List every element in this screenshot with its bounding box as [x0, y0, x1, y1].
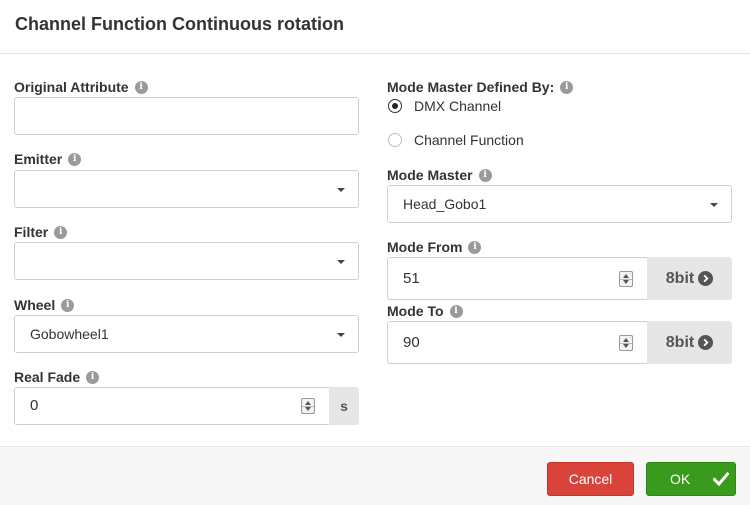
mode-master-select[interactable]: Head_Gobo1 — [387, 185, 732, 223]
chevron-right-circle-icon — [698, 271, 714, 286]
info-icon[interactable]: i — [54, 225, 68, 239]
mode-from-input[interactable]: 51 — [387, 257, 647, 300]
emitter-select[interactable] — [14, 170, 359, 208]
info-icon[interactable]: i — [134, 80, 148, 94]
wheel-select[interactable]: Gobowheel1 — [14, 315, 359, 353]
mode-from-label: Mode From i — [387, 238, 482, 256]
spinner-icon[interactable] — [301, 398, 315, 414]
channel-function-dialog: Channel Function Continuous rotation Ori… — [0, 0, 750, 505]
radio-checked-icon[interactable] — [388, 99, 402, 113]
real-fade-unit: s — [329, 387, 359, 425]
radio-channel-function[interactable]: Channel Function — [388, 131, 524, 149]
spinner-icon[interactable] — [619, 335, 633, 351]
check-icon — [712, 471, 730, 489]
emitter-label: Emitter i — [14, 150, 82, 168]
filter-select[interactable] — [14, 242, 359, 280]
ok-button[interactable]: OK — [646, 462, 736, 496]
mode-master-label: Mode Master i — [387, 166, 492, 184]
mode-to-input[interactable]: 90 — [387, 321, 647, 364]
cancel-button[interactable]: Cancel — [547, 462, 634, 496]
mode-master-defined-by-label: Mode Master Defined By: i — [387, 78, 574, 96]
radio-unchecked-icon[interactable] — [388, 133, 402, 147]
dialog-footer: Cancel OK — [0, 446, 750, 505]
original-attribute-label: Original Attribute i — [14, 78, 148, 96]
radio-dmx-channel[interactable]: DMX Channel — [388, 97, 501, 115]
chevron-down-icon — [337, 333, 345, 337]
chevron-down-icon — [337, 260, 345, 264]
mode-to-resolution-button[interactable]: 8bit — [647, 321, 732, 364]
wheel-label: Wheel i — [14, 296, 75, 314]
chevron-down-icon — [710, 203, 718, 207]
info-icon[interactable]: i — [560, 80, 574, 94]
info-icon[interactable]: i — [468, 240, 482, 254]
real-fade-label: Real Fade i — [14, 368, 100, 386]
info-icon[interactable]: i — [86, 370, 100, 384]
chevron-right-circle-icon — [698, 335, 714, 350]
real-fade-input[interactable]: 0 — [14, 387, 329, 425]
info-icon[interactable]: i — [478, 168, 492, 182]
filter-label: Filter i — [14, 223, 68, 241]
mode-to-label: Mode To i — [387, 302, 463, 320]
info-icon[interactable]: i — [61, 298, 75, 312]
info-icon[interactable]: i — [449, 304, 463, 318]
dialog-title: Channel Function Continuous rotation — [15, 14, 344, 34]
info-icon[interactable]: i — [68, 152, 82, 166]
chevron-down-icon — [337, 188, 345, 192]
spinner-icon[interactable] — [619, 271, 633, 287]
mode-from-resolution-button[interactable]: 8bit — [647, 257, 732, 300]
dialog-header: Channel Function Continuous rotation — [0, 0, 750, 54]
original-attribute-input[interactable] — [14, 97, 359, 135]
